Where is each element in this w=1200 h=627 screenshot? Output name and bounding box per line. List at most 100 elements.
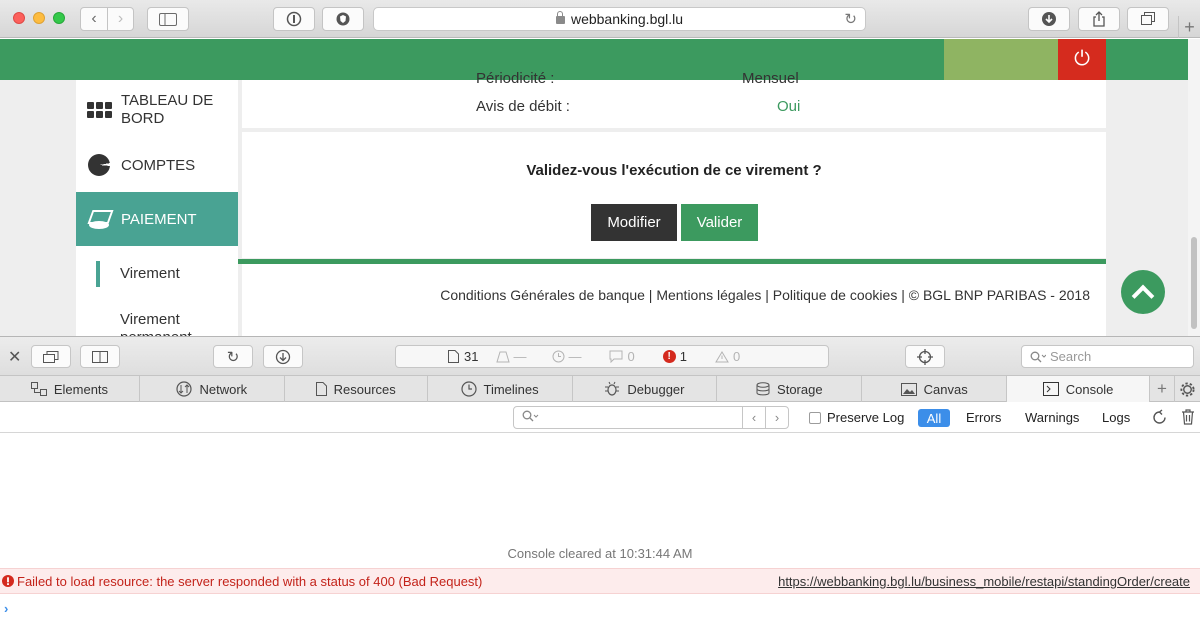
tab-debugger[interactable]: Debugger: [573, 376, 718, 402]
console-error-row[interactable]: Failed to load resource: the server resp…: [0, 568, 1200, 594]
downloads-button[interactable]: [1028, 7, 1070, 31]
storage-icon: [756, 382, 770, 396]
reload-icon: ↻: [226, 348, 240, 366]
payment-icon: [87, 208, 111, 230]
inspector-tab-bar: Elements Network Resources Timelines Deb…: [0, 376, 1200, 402]
detach-inspector-button[interactable]: [31, 345, 71, 368]
pending-status[interactable]: —: [496, 349, 526, 364]
tab-label: Network: [199, 381, 248, 397]
confirmation-question: Validez-vous l'exécution de ce virement …: [526, 162, 822, 179]
console-prompt[interactable]: ›: [4, 601, 8, 616]
element-picker-button[interactable]: [905, 345, 945, 368]
download-archive-button[interactable]: [263, 345, 303, 368]
load-time-status[interactable]: —: [552, 349, 581, 364]
filter-warnings-button[interactable]: Warnings: [1025, 410, 1079, 425]
warning-icon: [715, 350, 729, 362]
refresh-icon[interactable]: [1151, 409, 1168, 431]
debugger-icon: [605, 381, 620, 396]
bank-sidebar: TABLEAU DE BORD COMPTES PAIEMENT Viremen…: [76, 80, 238, 336]
tab-label: Debugger: [627, 381, 685, 397]
address-url: webbanking.bgl.lu: [570, 11, 684, 27]
show-tabs-button[interactable]: [1127, 7, 1169, 31]
new-tab-icon[interactable]: +: [1150, 376, 1175, 402]
sidebar-icon: [159, 12, 177, 26]
load-time-value: —: [568, 349, 582, 364]
tab-elements[interactable]: Elements: [0, 376, 140, 402]
tab-label: Console: [1065, 381, 1114, 397]
sidebar-subitem-virement[interactable]: Virement: [120, 265, 180, 282]
reader-info-button[interactable]: [273, 7, 315, 31]
modify-button[interactable]: Modifier: [591, 204, 677, 241]
lock-icon: [555, 11, 565, 24]
sidebar-item-paiement[interactable]: PAIEMENT: [76, 192, 238, 246]
dashboard-grid-icon: [86, 102, 112, 118]
periodicite-label: Périodicité :: [476, 70, 555, 87]
reload-icon[interactable]: ↻: [844, 10, 857, 28]
tab-resources[interactable]: Resources: [285, 376, 428, 402]
close-inspector-icon[interactable]: ✕: [8, 347, 21, 367]
sidebar-subitem-virement-permanent[interactable]: Virement permanent: [120, 311, 230, 336]
inspector-search[interactable]: Search: [1021, 345, 1194, 368]
zoom-window-button[interactable]: [53, 12, 65, 24]
privacy-extension-button[interactable]: [322, 7, 364, 31]
browser-toolbar: ‹ › webbanking.bgl.lu ↻ +: [0, 0, 1200, 38]
address-bar[interactable]: webbanking.bgl.lu ↻: [373, 7, 866, 31]
log-count[interactable]: 0: [609, 349, 635, 364]
chevron-up-icon: [1131, 284, 1155, 308]
tab-console[interactable]: Console: [1007, 376, 1151, 402]
forward-icon[interactable]: ›: [107, 8, 133, 30]
scrollbar-thumb[interactable]: [1191, 237, 1197, 329]
sidebar-toggle-button[interactable]: [147, 7, 189, 31]
resource-count-value: 31: [464, 349, 479, 364]
console-output: Console cleared at 10:31:44 AM Failed to…: [0, 433, 1200, 627]
scroll-to-top-button[interactable]: [1121, 270, 1165, 314]
preserve-log-label[interactable]: Preserve Log: [827, 410, 904, 425]
error-count-value: 1: [679, 349, 687, 364]
filter-logs-button[interactable]: Logs: [1102, 410, 1130, 425]
pending-value: —: [513, 349, 527, 364]
tab-network[interactable]: Network: [140, 376, 285, 402]
back-forward-group: ‹ ›: [80, 7, 134, 31]
sidebar-item-comptes[interactable]: COMPTES: [76, 140, 238, 190]
validate-button[interactable]: Valider: [681, 204, 758, 241]
dock-side-icon: [92, 350, 108, 363]
back-icon[interactable]: ‹: [81, 8, 107, 30]
footer-links[interactable]: Conditions Générales de banque | Mention…: [440, 287, 1090, 303]
trash-icon[interactable]: [1181, 409, 1195, 430]
close-window-button[interactable]: [13, 12, 25, 24]
preserve-log-checkbox[interactable]: [809, 412, 821, 424]
tab-storage[interactable]: Storage: [717, 376, 863, 402]
error-count[interactable]: ! 1: [662, 349, 687, 364]
periodicite-value: Mensuel: [742, 70, 799, 87]
filter-next-button[interactable]: ›: [765, 407, 788, 428]
resource-count[interactable]: 31: [448, 349, 478, 364]
header-account-area[interactable]: [944, 39, 1058, 80]
resources-icon: [315, 382, 327, 396]
console-error-message: Failed to load resource: the server resp…: [17, 574, 483, 589]
document-icon: [448, 350, 459, 363]
minimize-window-button[interactable]: [33, 12, 45, 24]
filter-all-button[interactable]: All: [918, 409, 950, 427]
error-icon: [2, 575, 14, 587]
search-placeholder: Search: [1050, 349, 1092, 364]
tab-canvas[interactable]: Canvas: [862, 376, 1008, 402]
console-filter-field[interactable]: ‹ ›: [513, 406, 789, 429]
filter-prev-button[interactable]: ‹: [742, 407, 765, 428]
inspector-reload-button[interactable]: ↻: [213, 345, 253, 368]
tab-timelines[interactable]: Timelines: [428, 376, 573, 402]
console-error-url[interactable]: https://webbanking.bgl.lu/business_mobil…: [778, 574, 1190, 589]
page-scrollbar[interactable]: [1188, 39, 1200, 336]
share-button[interactable]: [1078, 7, 1120, 31]
avis-debit-label: Avis de débit :: [476, 98, 570, 115]
filter-errors-button[interactable]: Errors: [966, 410, 1001, 425]
inspector-toolbar: ✕ ↻ 31 — — 0 ! 1 0 Search: [0, 336, 1200, 376]
logout-button[interactable]: ⏻: [1058, 39, 1106, 80]
sidebar-item-dashboard[interactable]: TABLEAU DE BORD: [76, 80, 238, 140]
dock-side-button[interactable]: [80, 345, 120, 368]
inspector-status-bar[interactable]: 31 — — 0 ! 1 0: [395, 345, 829, 368]
new-tab-button[interactable]: +: [1178, 16, 1200, 38]
elements-icon: [30, 382, 47, 396]
tab-label: Canvas: [923, 381, 968, 397]
settings-gear-icon[interactable]: [1175, 376, 1200, 402]
warning-count[interactable]: 0: [715, 349, 740, 364]
